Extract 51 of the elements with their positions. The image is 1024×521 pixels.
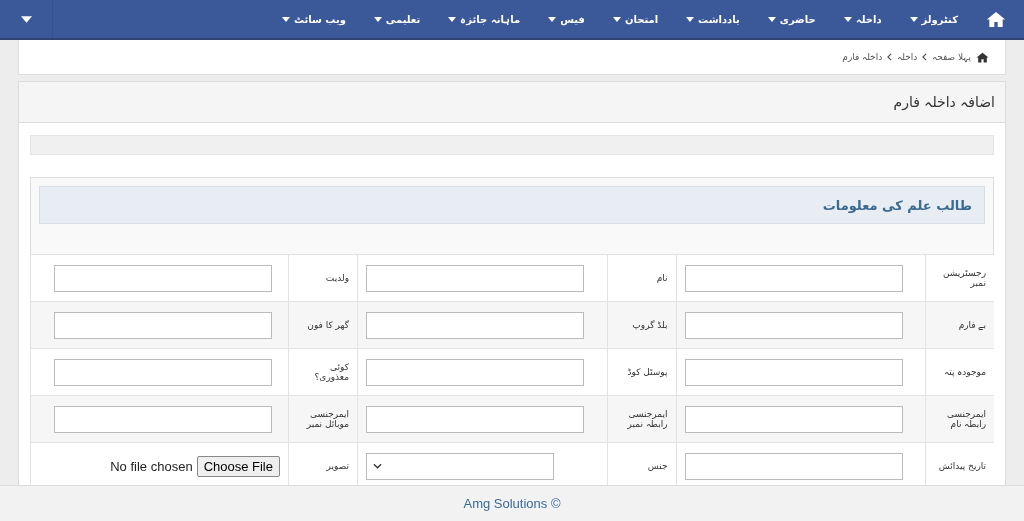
section-title: طالب علم کی معلومات	[822, 197, 972, 213]
breadcrumb-link[interactable]: داخلہ	[897, 52, 918, 62]
home-icon[interactable]	[986, 10, 1006, 28]
nav-menu-item[interactable]: حاضری	[767, 13, 816, 25]
input-field[interactable]	[684, 311, 903, 339]
field-label: ایمرجنسی رابطہ نام	[947, 409, 986, 429]
input-field[interactable]	[54, 358, 272, 386]
chevron-down-icon	[373, 463, 382, 470]
nav-menu-item[interactable]: تعلیمی	[373, 13, 421, 25]
field-label: پوسٹل کوڈ	[627, 367, 668, 377]
field-label: ایمرجنسی موبائل نمبر	[306, 409, 349, 429]
nav-menu-item[interactable]: یادداشت	[686, 13, 740, 25]
input-field[interactable]	[366, 358, 584, 386]
field-label: رجسٹریشن نمبر	[943, 268, 986, 288]
nav-menu-item[interactable]: امتحان	[612, 13, 659, 25]
field-label: جنس	[647, 461, 668, 472]
page-title: اضافہ داخلہ فارم	[893, 94, 995, 110]
input-field[interactable]	[684, 264, 903, 292]
caret-icon[interactable]	[20, 15, 32, 23]
field-label: بے فارم	[958, 320, 986, 330]
field-label: گھر کا فون	[307, 320, 349, 330]
field-label: ایمرجنسی رابطہ نمبر	[627, 409, 668, 429]
home-icon[interactable]	[976, 51, 989, 63]
input-field[interactable]	[366, 405, 584, 433]
input-field[interactable]	[684, 405, 903, 433]
dropdown-field[interactable]	[366, 452, 554, 480]
field-label: موجودہ پتہ	[944, 367, 986, 377]
chevron-icon	[922, 53, 928, 61]
field-label: کوئی معذوری؟	[314, 362, 349, 382]
input-field[interactable]	[684, 358, 903, 386]
field-label: ولدیت	[325, 273, 349, 283]
field-label: تصویر	[326, 461, 349, 472]
choose-file-button[interactable]: Choose File	[196, 455, 280, 477]
breadcrumb-link[interactable]: پہلا صفحہ	[932, 52, 971, 62]
field-label: نام	[656, 273, 668, 283]
file-status: No file chosen	[110, 458, 193, 474]
input-field[interactable]	[684, 452, 903, 480]
nav-menu-item[interactable]: ویب سائٹ	[281, 13, 346, 25]
field-label: بلڈ گروپ	[632, 320, 668, 330]
nav-menu-item[interactable]: فیس	[548, 13, 585, 25]
input-field[interactable]	[54, 405, 272, 433]
input-field[interactable]	[366, 264, 584, 292]
input-field[interactable]	[54, 311, 272, 339]
input-field[interactable]	[366, 311, 584, 339]
chevron-icon	[887, 53, 893, 61]
input-field[interactable]	[54, 264, 272, 292]
field-label: تاریخ پیدائش	[938, 461, 986, 472]
nav-menu-item[interactable]: ماہانہ جائزہ	[448, 13, 521, 25]
nav-menu-item[interactable]: داخلہ	[843, 13, 882, 25]
footer-text: Amg Solutions ©	[463, 496, 561, 511]
nav-menu-item[interactable]: کنٹرولز	[909, 13, 958, 25]
